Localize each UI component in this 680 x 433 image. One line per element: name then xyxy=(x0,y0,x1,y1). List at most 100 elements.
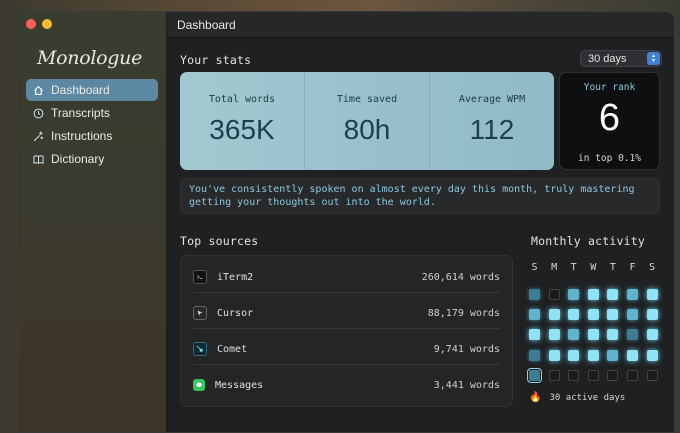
source-name: Messages xyxy=(215,379,264,391)
activity-day-cell[interactable] xyxy=(627,349,638,361)
stat-value: 80h xyxy=(343,114,391,145)
cursor-app-icon xyxy=(193,306,207,320)
insight-message: You've consistently spoken on almost eve… xyxy=(180,178,660,214)
activity-day-cell[interactable] xyxy=(529,349,540,361)
clock-icon xyxy=(33,108,44,119)
activity-day-cell[interactable] xyxy=(529,329,540,341)
activity-day-cell[interactable] xyxy=(527,367,542,383)
active-days-label: 30 active days xyxy=(549,392,626,403)
stat-label: Average WPM xyxy=(458,94,526,105)
sidebar-item-transcripts[interactable]: Transcripts xyxy=(26,102,158,124)
rank-card: Your rank 6 in top 0.1% xyxy=(559,72,660,170)
rank-label: Your rank xyxy=(583,82,636,93)
weekday-label: S xyxy=(531,262,538,273)
sidebar-nav: Dashboard Transcripts Instructions Dicti… xyxy=(26,79,158,171)
list-item[interactable]: Cursor 88,179 words xyxy=(193,301,500,325)
sources-list: iTerm2 260,614 words Cursor 88,179 words… xyxy=(180,255,513,407)
activity-day-cell[interactable] xyxy=(587,349,599,361)
activity-day-cell[interactable] xyxy=(607,369,619,381)
sidebar-item-label: Transcripts xyxy=(51,106,110,120)
activity-day-cell[interactable] xyxy=(529,309,540,321)
weekday-label: T xyxy=(570,262,577,273)
rank-percentile: in top 0.1% xyxy=(578,153,641,164)
activity-day-cell[interactable] xyxy=(548,329,560,341)
activity-day-cell[interactable] xyxy=(529,289,540,300)
sidebar-item-label: Dictionary xyxy=(51,152,105,166)
activity-day-cell[interactable] xyxy=(627,309,638,321)
activity-day-cell[interactable] xyxy=(607,309,619,321)
stat-value: 112 xyxy=(469,114,515,145)
sources-heading: Top sources xyxy=(180,234,259,248)
window-title: Dashboard xyxy=(167,12,674,38)
terminal-icon xyxy=(193,270,207,284)
sidebar-item-label: Dashboard xyxy=(51,83,110,97)
source-count: 260,614 words xyxy=(421,271,500,283)
activity-day-cell[interactable] xyxy=(646,329,658,341)
activity-day-cell[interactable] xyxy=(587,289,599,300)
sidebar-item-dashboard[interactable]: Dashboard xyxy=(26,79,158,101)
activity-day-cell[interactable] xyxy=(548,369,560,381)
app-logo: Monologue xyxy=(37,47,143,69)
source-name: Comet xyxy=(217,343,248,355)
sidebar-item-label: Instructions xyxy=(51,129,113,143)
stat-label: Time saved xyxy=(336,94,398,105)
stat-value: 365K xyxy=(209,114,275,145)
weekday-label: W xyxy=(590,262,597,273)
activity-day-cell[interactable] xyxy=(568,329,580,341)
weekday-label: T xyxy=(609,262,616,273)
weekday-label: S xyxy=(649,262,656,273)
home-icon xyxy=(33,85,44,96)
activity-day-cell[interactable] xyxy=(627,369,638,381)
main-panel: Dashboard Your stats 30 days ▲ ▼ Total wo… xyxy=(167,12,674,432)
chevron-updown-icon: ▲ ▼ xyxy=(647,52,660,65)
activity-day-cell[interactable] xyxy=(568,289,580,300)
source-name: Cursor xyxy=(217,307,254,319)
stat-time-saved: Time saved 80h xyxy=(304,72,429,170)
source-count: 9,741 words xyxy=(433,343,500,355)
sidebar: Monologue Dashboard Transcripts Instruct… xyxy=(18,12,167,432)
divider xyxy=(193,364,500,365)
activity-day-cell[interactable] xyxy=(607,349,619,361)
list-item[interactable]: Messages 3,441 words xyxy=(193,373,500,397)
app-window: Monologue Dashboard Transcripts Instruct… xyxy=(17,11,675,433)
rank-value: 6 xyxy=(598,97,621,139)
source-count: 3,441 words xyxy=(433,379,500,391)
comet-icon xyxy=(193,342,207,356)
stats-heading: Your stats xyxy=(180,53,252,67)
activity-day-cell[interactable] xyxy=(627,329,638,341)
sidebar-item-instructions[interactable]: Instructions xyxy=(26,125,158,147)
activity-day-cell[interactable] xyxy=(548,349,560,361)
range-select[interactable]: 30 days ▲ ▼ xyxy=(580,50,662,67)
weekday-label: M xyxy=(551,262,558,273)
messages-icon xyxy=(193,379,205,391)
stat-average-wpm: Average WPM 112 xyxy=(429,72,554,170)
activity-day-cell[interactable] xyxy=(587,329,599,341)
activity-day-cell[interactable] xyxy=(568,349,580,361)
activity-day-cell[interactable] xyxy=(646,309,658,321)
list-item[interactable]: Comet 9,741 words xyxy=(193,337,500,361)
activity-day-cell[interactable] xyxy=(568,309,580,321)
list-item[interactable]: iTerm2 260,614 words xyxy=(193,265,500,289)
sidebar-item-dictionary[interactable]: Dictionary xyxy=(26,148,158,170)
activity-day-cell[interactable] xyxy=(587,369,599,381)
activity-day-cell[interactable] xyxy=(568,369,580,381)
activity-day-cell[interactable] xyxy=(627,289,638,300)
range-select-value: 30 days xyxy=(588,52,627,65)
divider xyxy=(193,292,500,293)
activity-day-cell[interactable] xyxy=(646,369,658,381)
activity-day-cell[interactable] xyxy=(548,309,560,321)
minimize-window-button[interactable] xyxy=(42,19,52,29)
stat-label: Total words xyxy=(208,94,276,105)
flame-icon: 🔥 xyxy=(529,392,542,403)
activity-day-cell[interactable] xyxy=(646,349,658,361)
source-name: iTerm2 xyxy=(217,271,254,283)
stat-total-words: Total words 365K xyxy=(180,72,304,170)
close-window-button[interactable] xyxy=(26,19,36,29)
activity-day-cell[interactable] xyxy=(587,309,599,321)
activity-day-cell[interactable] xyxy=(607,289,619,300)
source-count: 88,179 words xyxy=(427,307,500,319)
activity-heading: Monthly activity xyxy=(531,234,645,248)
activity-day-cell[interactable] xyxy=(607,329,619,341)
activity-day-cell[interactable] xyxy=(548,289,560,300)
activity-day-cell[interactable] xyxy=(646,289,658,300)
